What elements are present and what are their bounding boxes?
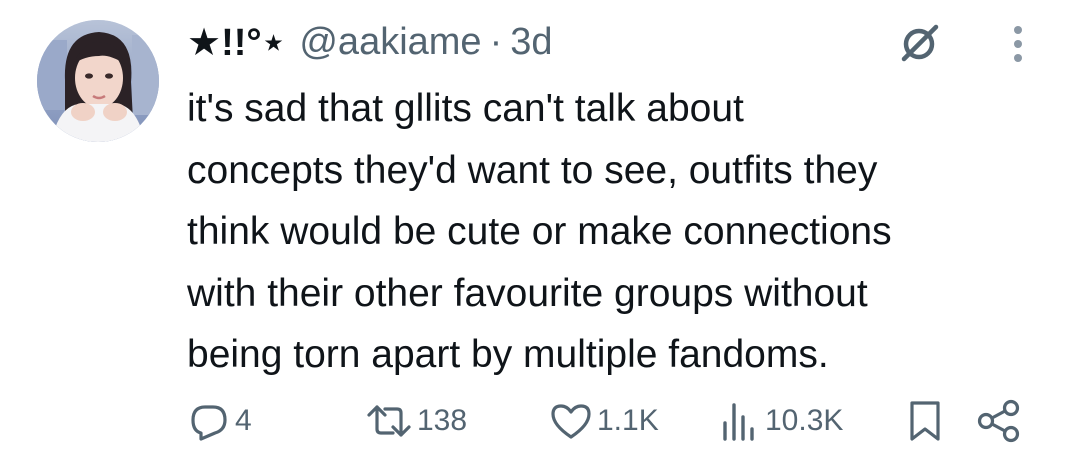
bookmark-button[interactable] [903,396,947,446]
avatar-image [37,20,159,142]
avatar[interactable] [37,20,159,142]
tweet-text: it's sad that gllits can't talk about co… [187,87,892,376]
retweet-icon [367,405,411,437]
tweet-header: ★!!°⋆ @aakiame · 3d [187,14,553,70]
analytics-icon [723,403,754,441]
more-vertical-icon [1014,26,1022,62]
view-count: 10.3K [765,404,844,437]
views-button[interactable]: 10.3K [717,396,843,446]
tweet[interactable]: ★!!°⋆ @aakiame · 3d it's sad that gllits… [0,0,1080,462]
retweet-count: 138 [417,404,468,437]
separator-dot: · [489,20,503,63]
more-options-button[interactable] [998,22,1038,66]
reply-icon [191,405,227,441]
action-bar: 4 138 1.1K 10.3K [187,396,1037,446]
heart-icon [551,404,591,439]
retweet-button[interactable]: 138 [365,396,467,446]
grok-icon [901,24,939,62]
share-button[interactable] [975,396,1023,446]
share-icon [977,399,1020,443]
reply-count: 4 [235,404,252,437]
bookmark-icon [910,401,940,441]
reply-button[interactable]: 4 [187,396,252,446]
timestamp[interactable]: 3d [510,21,552,64]
like-button[interactable]: 1.1K [549,396,659,446]
display-name[interactable]: ★!!°⋆ [187,20,285,65]
user-handle[interactable]: @aakiame [299,21,481,64]
grok-button[interactable] [893,18,945,70]
like-count: 1.1K [597,404,659,437]
